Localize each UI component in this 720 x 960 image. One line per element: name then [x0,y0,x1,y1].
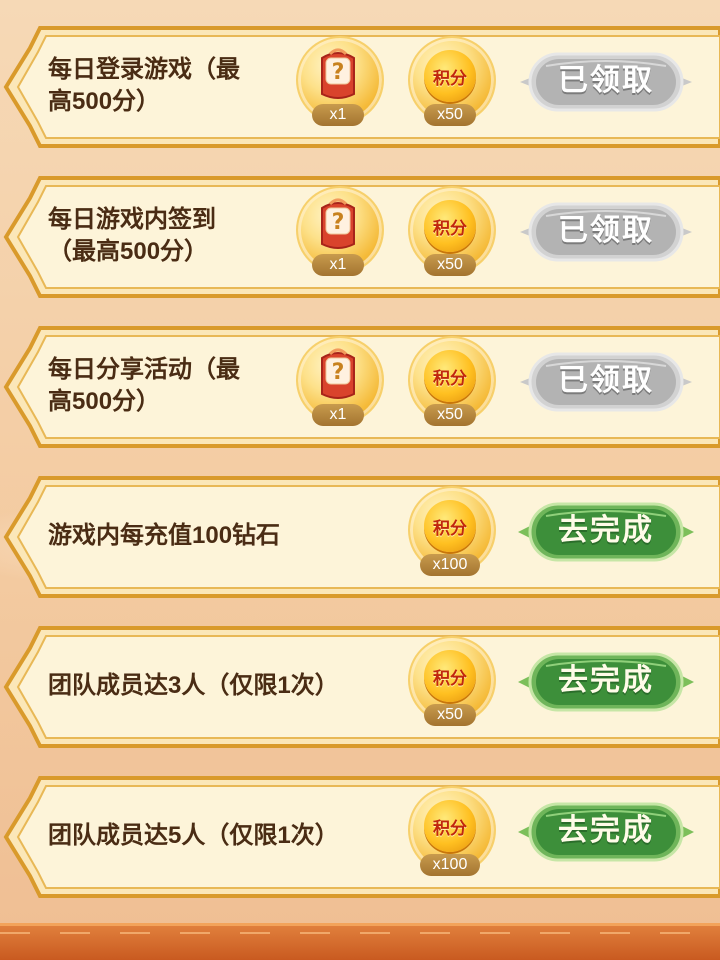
reward-mystery-box: ? x1 [296,36,384,126]
points-coin-icon: 积分 [424,50,476,102]
reward-quantity: x1 [312,254,364,276]
reward-quantity: x1 [312,104,364,126]
reward-quantity: x50 [424,704,476,726]
go-complete-button[interactable]: 去完成 [516,498,696,566]
task-card: 每日登录游戏（最 高500分） ? x1 积分 x50 已领取 [0,22,720,152]
points-coin-icon: 积分 [424,800,476,852]
points-coin-icon: 积分 [424,650,476,702]
mystery-box-icon: ? [321,48,355,99]
button-label: 已领取 [558,213,654,248]
claimed-button[interactable]: 已领取 [516,198,696,266]
reward-quantity: x100 [420,854,480,876]
claimed-button[interactable]: 已领取 [516,48,696,116]
svg-text:?: ? [332,60,345,85]
reward-points: 积分 x50 [408,336,496,426]
go-complete-button[interactable]: 去完成 [516,648,696,716]
go-complete-button[interactable]: 去完成 [516,798,696,866]
points-coin-icon: 积分 [424,200,476,252]
task-title: 每日登录游戏（最 高500分） [48,56,240,115]
points-coin-icon: 积分 [424,500,476,552]
task-title: 团队成员达3人（仅限1次） [48,672,339,699]
reward-points: 积分 x100 [408,486,496,576]
claimed-button[interactable]: 已领取 [516,348,696,416]
points-coin-icon: 积分 [424,350,476,402]
task-card: 游戏内每充值100钻石 积分 x100 去完成 [0,472,720,602]
reward-mystery-box: ? x1 [296,186,384,276]
reward-quantity: x50 [424,104,476,126]
task-card: 每日分享活动（最 高500分） ? x1 积分 x50 已领取 [0,322,720,452]
reward-points: 积分 x50 [408,36,496,126]
task-title: 游戏内每充值100钻石 [48,522,281,549]
mystery-box-icon: ? [321,198,355,249]
reward-points: 积分 x100 [408,786,496,876]
coin-text: 积分 [433,518,467,539]
task-card: 团队成员达5人（仅限1次） 积分 x100 去完成 [0,772,720,902]
button-label: 去完成 [558,813,654,848]
task-card: 团队成员达3人（仅限1次） 积分 x50 去完成 [0,622,720,752]
reward-quantity: x1 [312,404,364,426]
button-label: 去完成 [558,513,654,548]
task-card: 每日游戏内签到 （最高500分） ? x1 积分 x50 已领取 [0,172,720,302]
coin-text: 积分 [433,818,467,839]
bottom-decor-bar [0,923,720,960]
coin-text: 积分 [433,668,467,689]
reward-points: 积分 x50 [408,186,496,276]
svg-text:?: ? [332,210,345,235]
button-label: 已领取 [558,363,654,398]
reward-quantity: x50 [424,404,476,426]
svg-text:?: ? [332,360,345,385]
task-title: 每日游戏内签到 （最高500分） [48,206,216,265]
coin-text: 积分 [433,68,467,89]
task-title: 团队成员达5人（仅限1次） [48,822,339,849]
coin-text: 积分 [433,368,467,389]
button-label: 已领取 [558,63,654,98]
reward-quantity: x50 [424,254,476,276]
reward-points: 积分 x50 [408,636,496,726]
reward-quantity: x100 [420,554,480,576]
button-label: 去完成 [558,663,654,698]
task-title: 每日分享活动（最 高500分） [48,356,240,415]
reward-mystery-box: ? x1 [296,336,384,426]
coin-text: 积分 [433,218,467,239]
mystery-box-icon: ? [321,348,355,399]
